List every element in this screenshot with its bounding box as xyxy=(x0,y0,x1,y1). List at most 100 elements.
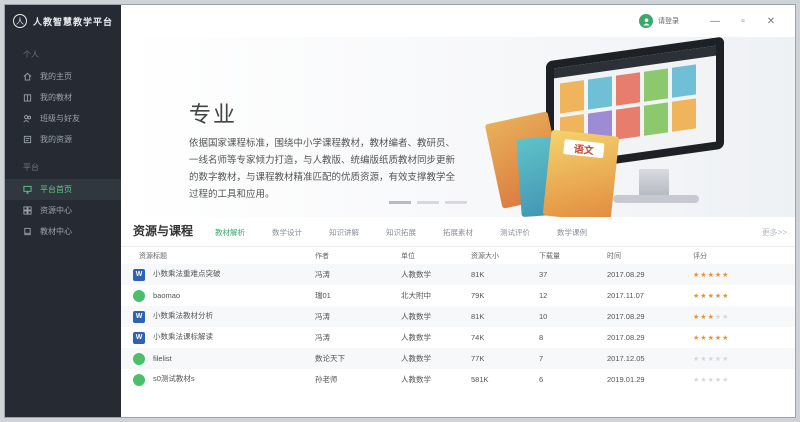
sidebar-item-classes-friends[interactable]: 班级与好友 xyxy=(5,108,121,129)
tab-knowledge-extend[interactable]: 知识拓展 xyxy=(386,227,416,246)
maximize-button[interactable]: ▫ xyxy=(729,11,757,31)
sidebar-item-label: 教材中心 xyxy=(40,227,72,236)
section-heading: 资源与课程 xyxy=(133,224,194,238)
author-cell: 孙老师 xyxy=(315,375,338,384)
date-cell: 2017.11.07 xyxy=(607,291,644,300)
size-cell: 581K xyxy=(471,375,489,384)
resource-title-cell[interactable]: s0测试教材s xyxy=(121,369,315,390)
close-icon: ✕ xyxy=(766,15,776,27)
carousel-dot[interactable] xyxy=(389,201,411,204)
author-cell: 冯涛 xyxy=(315,264,401,285)
carousel-dot[interactable] xyxy=(417,201,439,204)
image-file-icon xyxy=(133,289,145,302)
size-cell: 77K xyxy=(471,348,539,369)
author-cell: 数论天下 xyxy=(315,348,401,369)
monitor-stand xyxy=(639,169,669,195)
hero-banner[interactable]: 专业 依据国家课程标准，围绕中小学课程教材，教材编者、教研员、一线名师等专家倾力… xyxy=(121,37,795,217)
table-row[interactable]: W 小数乘法课标解读 冯涛 人教数学 74K 8 2017.08.29 ★★★★★ xyxy=(121,327,795,348)
book-cover-title: 语文 xyxy=(563,139,605,159)
star-icon: ★ xyxy=(722,356,730,363)
table-header-row: 资源标题 作者 单位 资源大小 下载量 时间 评分 xyxy=(121,247,795,264)
star-rating: ★★★★★ xyxy=(693,293,729,300)
star-rating: ★★★★★ xyxy=(693,377,729,384)
app-title: 人教智慧教学平台 xyxy=(33,17,114,28)
table-row[interactable]: W 小数乘法重难点突破 冯涛 人教数学 81K 37 2017.08.29 ★★★★★ xyxy=(121,264,795,285)
resource-title: s0测试教材s xyxy=(153,374,195,384)
tab-math-design[interactable]: 数学设计 xyxy=(272,227,302,246)
unit-cell: 人教数学 xyxy=(401,375,431,384)
login-label: 请登录 xyxy=(658,18,679,25)
carousel-dot[interactable] xyxy=(445,201,467,204)
date-cell: 2017.08.29 xyxy=(607,333,645,342)
textbook-center-icon xyxy=(23,227,32,236)
column-header: 作者 xyxy=(315,252,329,260)
sidebar-item-label: 我的教材 xyxy=(40,93,72,102)
image-file-icon xyxy=(133,352,145,365)
author-cell: 冯涛 xyxy=(315,333,330,342)
login-button[interactable]: 请登录 xyxy=(639,14,679,28)
column-header: 评分 xyxy=(693,252,707,260)
sidebar-section-personal: 个人 xyxy=(23,50,39,59)
star-icon: ★ xyxy=(722,272,730,279)
resource-title-cell[interactable]: W 小数乘法教材分析 xyxy=(121,306,315,327)
resource-title: 小数乘法教材分析 xyxy=(153,311,213,321)
close-button[interactable]: ✕ xyxy=(757,11,785,31)
resource-icon xyxy=(23,135,32,144)
sidebar-item-textbook-center[interactable]: 教材中心 xyxy=(5,221,121,242)
rating-cell: ★★★★★ xyxy=(693,264,795,285)
table-row[interactable]: baomao 瑞01 北大附中 79K 12 2017.11.07 ★★★★★ xyxy=(121,285,795,306)
resource-title-cell[interactable]: filelist xyxy=(121,348,315,369)
sidebar-item-my-home[interactable]: 我的主页 xyxy=(5,66,121,87)
table-row[interactable]: s0测试教材s 孙老师 人教数学 581K 6 2019.01.29 ★★★★★ xyxy=(121,369,795,390)
carousel-indicators xyxy=(389,201,467,204)
more-link[interactable]: 更多>> xyxy=(762,227,787,238)
tab-knowledge-explain[interactable]: 知识讲解 xyxy=(329,227,359,246)
downloads-cell: 10 xyxy=(539,306,607,327)
downloads-cell: 6 xyxy=(539,375,544,384)
unit-cell: 人教数学 xyxy=(401,264,471,285)
star-icon: ★ xyxy=(707,314,715,321)
table-row[interactable]: filelist 数论天下 人教数学 77K 7 2017.12.05 ★★★★★ xyxy=(121,348,795,369)
downloads-cell: 7 xyxy=(539,348,607,369)
resource-title: baomao xyxy=(153,290,181,300)
date-cell: 2019.01.29 xyxy=(607,375,645,384)
tab-test-evaluation[interactable]: 测试评价 xyxy=(500,227,530,246)
downloads-cell: 8 xyxy=(539,333,544,342)
size-cell: 74K xyxy=(471,333,485,342)
unit-cell: 人教数学 xyxy=(401,348,471,369)
tab-math-cases[interactable]: 数学课例 xyxy=(557,227,587,246)
resources-section: 资源与课程 教材解析 数学设计 知识讲解 知识拓展 拓展素材 测试评价 数学课例… xyxy=(121,217,795,417)
sidebar-item-label: 我的资源 xyxy=(40,135,72,144)
date-cell: 2017.12.05 xyxy=(607,348,693,369)
title-bar: 请登录 — ▫ ✕ xyxy=(121,5,795,37)
resource-title: filelist xyxy=(153,353,172,363)
date-cell: 2017.08.29 xyxy=(607,264,693,285)
tab-extend-material[interactable]: 拓展素材 xyxy=(443,227,473,246)
tab-textbook-analysis[interactable]: 教材解析 xyxy=(215,227,245,246)
star-icon: ★ xyxy=(707,293,715,300)
sidebar-item-resource-center[interactable]: 资源中心 xyxy=(5,200,121,221)
star-icon: ★ xyxy=(700,356,708,363)
size-cell: 79K xyxy=(471,291,485,300)
sidebar: 人 人教智慧教学平台 个人 我的主页 我的教材 班级与好友 我的资源 平台 平台… xyxy=(5,5,121,417)
resource-title-cell[interactable]: W 小数乘法课标解读 xyxy=(121,327,315,348)
star-icon: ★ xyxy=(707,377,715,384)
resource-title-cell[interactable]: W 小数乘法重难点突破 xyxy=(121,264,315,285)
star-rating: ★★★★★ xyxy=(693,335,729,342)
star-icon: ★ xyxy=(700,377,708,384)
star-icon: ★ xyxy=(700,314,708,321)
unit-cell: 人教数学 xyxy=(401,306,471,327)
rating-cell: ★★★★★ xyxy=(693,327,795,348)
platform-icon xyxy=(23,185,32,194)
resource-title-cell[interactable]: baomao xyxy=(121,285,315,306)
monitor-base xyxy=(613,195,699,203)
sidebar-item-my-textbooks[interactable]: 我的教材 xyxy=(5,87,121,108)
sidebar-item-platform-home[interactable]: 平台首页 xyxy=(5,179,121,200)
sidebar-item-my-resources[interactable]: 我的资源 xyxy=(5,129,121,150)
sidebar-item-label: 我的主页 xyxy=(40,72,72,81)
resource-title: 小数乘法课标解读 xyxy=(153,332,213,342)
column-header: 单位 xyxy=(401,252,415,260)
star-icon: ★ xyxy=(700,335,708,342)
minimize-button[interactable]: — xyxy=(701,11,729,31)
table-row[interactable]: W 小数乘法教材分析 冯涛 人教数学 81K 10 2017.08.29 ★★★★★ xyxy=(121,306,795,327)
